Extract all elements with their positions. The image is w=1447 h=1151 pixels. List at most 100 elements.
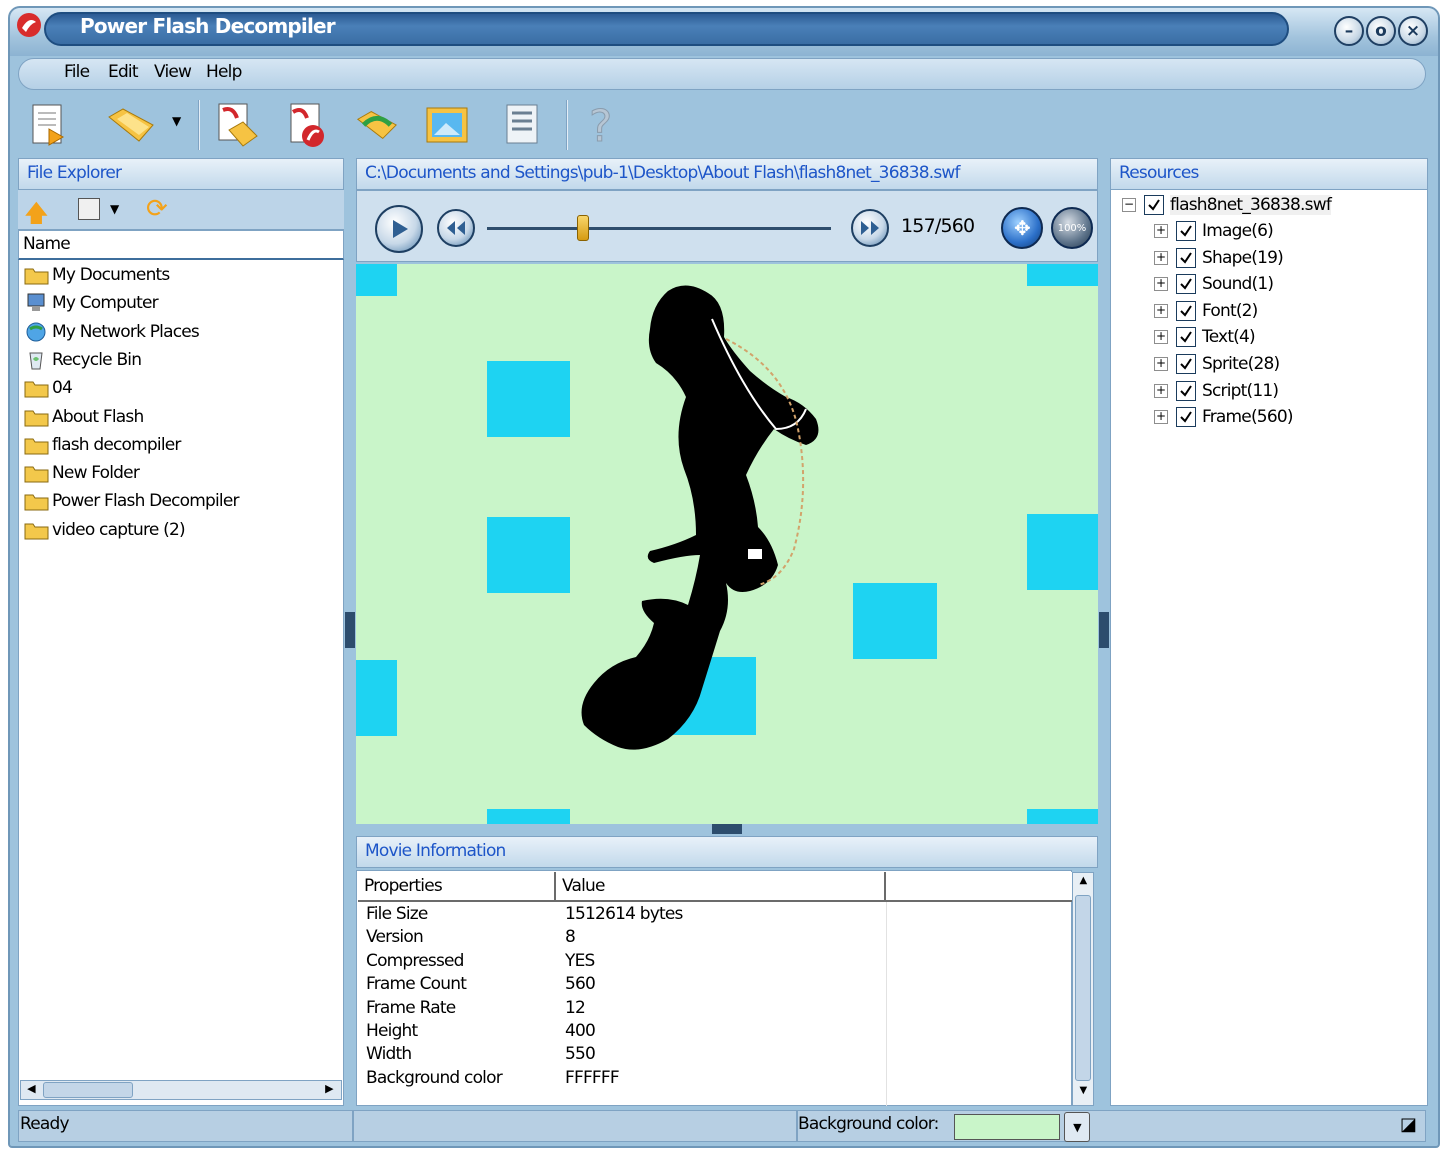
scroll-right-icon[interactable]: ▶ <box>321 1082 337 1098</box>
checkbox-checked-icon[interactable] <box>1176 354 1196 374</box>
resource-item[interactable]: + Sprite(28) <box>1154 351 1280 377</box>
movie-info-property: File Size <box>366 904 428 924</box>
name-column-header[interactable]: Name <box>18 230 344 260</box>
view-mode-icon[interactable] <box>78 198 100 220</box>
right-splitter-handle[interactable] <box>1099 612 1109 648</box>
expand-icon[interactable]: + <box>1154 277 1168 292</box>
file-explorer-item[interactable]: 04 <box>24 375 73 401</box>
zoom-fit-button[interactable]: ✥ <box>1001 207 1043 249</box>
file-explorer-item[interactable]: Recycle Bin <box>24 347 142 373</box>
checkbox-checked-icon[interactable] <box>1176 327 1196 348</box>
folder-icon <box>24 434 50 456</box>
checkbox-checked-icon[interactable] <box>1176 300 1196 321</box>
bottom-splitter-handle[interactable] <box>712 824 742 834</box>
menu-file[interactable]: File <box>64 62 90 82</box>
checkbox-checked-icon[interactable] <box>1176 274 1196 295</box>
expand-icon[interactable]: + <box>1154 383 1168 398</box>
checkbox-checked-icon[interactable] <box>1176 380 1196 401</box>
flash-stage-preview[interactable] <box>356 264 1098 824</box>
expand-icon[interactable]: + <box>1154 357 1168 371</box>
file-explorer-item[interactable]: My Documents <box>24 262 170 288</box>
expand-icon[interactable]: + <box>1154 303 1168 318</box>
minimize-button[interactable]: – <box>1334 16 1364 46</box>
seek-track[interactable] <box>487 227 831 230</box>
movie-info-value: 8 <box>565 927 576 948</box>
file-explorer-item[interactable]: New Folder <box>24 460 140 486</box>
movie-info-property: Version <box>366 927 424 948</box>
menu-edit[interactable]: Edit <box>108 62 139 82</box>
menu-view[interactable]: View <box>154 62 192 82</box>
expand-icon[interactable]: + <box>1154 224 1168 238</box>
menu-help[interactable]: Help <box>206 62 242 82</box>
file-explorer-item[interactable]: My Network Places <box>24 319 200 345</box>
scroll-left-icon[interactable]: ◀ <box>23 1082 39 1098</box>
left-splitter-handle[interactable] <box>345 612 355 648</box>
file-explorer-item[interactable]: My Computer <box>24 290 159 316</box>
rewind-button[interactable] <box>437 209 475 247</box>
new-document-icon <box>32 104 65 146</box>
forward-icon <box>861 221 879 235</box>
resource-item[interactable]: + Frame(560) <box>1154 404 1293 430</box>
resource-item[interactable]: + Image(6) <box>1154 218 1274 244</box>
checkbox-checked-icon[interactable] <box>1176 407 1196 428</box>
background-color-swatch[interactable] <box>954 1114 1060 1140</box>
scrollbar-thumb[interactable] <box>1075 895 1091 1081</box>
resource-item[interactable]: + Sound(1) <box>1154 271 1274 297</box>
forward-button[interactable] <box>851 209 889 247</box>
zoom-100-button[interactable]: 100% <box>1051 207 1093 249</box>
resource-item[interactable]: + Shape(19) <box>1154 245 1284 271</box>
status-text: Ready <box>20 1114 70 1134</box>
resource-item-label: Sprite(28) <box>1202 354 1280 374</box>
scroll-down-icon[interactable]: ▼ <box>1075 1085 1091 1101</box>
file-explorer-item[interactable]: flash decompiler <box>24 432 181 458</box>
expand-icon[interactable]: + <box>1154 250 1168 265</box>
checkbox-checked-icon[interactable] <box>1144 195 1164 215</box>
resource-item[interactable]: + Text(4) <box>1154 324 1256 350</box>
resize-grip-icon[interactable]: ◪ <box>1400 1114 1417 1135</box>
resource-root-row[interactable]: − flash8net_36838.swf <box>1122 192 1332 218</box>
checkbox-checked-icon[interactable] <box>1176 221 1196 241</box>
extra-column-header[interactable] <box>886 872 1072 902</box>
resource-item[interactable]: + Script(11) <box>1154 378 1279 404</box>
file-explorer-item[interactable]: About Flash <box>24 404 144 430</box>
open-folder-button[interactable] <box>100 102 162 148</box>
resource-item-label: Script(11) <box>1202 380 1279 401</box>
value-column-header[interactable]: Value <box>556 872 886 902</box>
file-explorer-item[interactable]: Power Flash Decompiler <box>24 488 240 514</box>
player-controls: 157/560 ✥ 100% <box>356 190 1098 262</box>
resource-item-label: Shape(19) <box>1202 247 1284 268</box>
expand-icon[interactable]: + <box>1154 410 1168 425</box>
collapse-icon[interactable]: − <box>1122 198 1136 212</box>
refresh-icon[interactable]: ⟳ <box>146 194 168 224</box>
jumping-silhouette-figure <box>581 285 819 750</box>
new-document-button[interactable] <box>26 102 72 148</box>
resource-item[interactable]: + Font(2) <box>1154 298 1258 324</box>
image-button[interactable] <box>424 102 470 148</box>
file-explorer-item[interactable]: video capture (2) <box>24 517 186 543</box>
scroll-up-icon[interactable]: ▲ <box>1075 875 1091 891</box>
close-button[interactable]: × <box>1398 16 1428 46</box>
help-button[interactable]: ? <box>580 101 626 149</box>
play-button[interactable] <box>375 205 423 253</box>
open-dropdown-arrow-icon[interactable]: ▼ <box>172 114 181 128</box>
export-button[interactable] <box>214 102 260 148</box>
expand-icon[interactable]: + <box>1154 330 1168 345</box>
zoom-fit-icon: ✥ <box>1014 216 1031 240</box>
seek-thumb[interactable] <box>577 215 590 241</box>
vertical-scrollbar[interactable]: ▲ ▼ <box>1072 872 1094 1106</box>
background-color-dropdown[interactable]: ▼ <box>1064 1112 1090 1142</box>
scrollbar-thumb[interactable] <box>43 1082 133 1098</box>
recycle-bin-icon <box>24 349 50 371</box>
file-explorer-item-label: Recycle Bin <box>52 349 142 370</box>
properties-icon <box>506 104 538 144</box>
properties-column-header[interactable]: Properties <box>358 872 556 902</box>
horizontal-scrollbar[interactable]: ◀ ▶ <box>20 1080 342 1100</box>
checkbox-checked-icon[interactable] <box>1176 247 1196 268</box>
convert-button[interactable] <box>354 102 400 148</box>
export-flash-button[interactable] <box>284 102 330 148</box>
app-logo-icon[interactable] <box>14 10 44 40</box>
properties-button[interactable] <box>500 102 546 148</box>
resource-root-label: flash8net_36838.swf <box>1170 195 1332 215</box>
view-mode-dropdown-icon[interactable]: ▼ <box>110 202 119 216</box>
restore-button[interactable]: o <box>1366 16 1396 46</box>
